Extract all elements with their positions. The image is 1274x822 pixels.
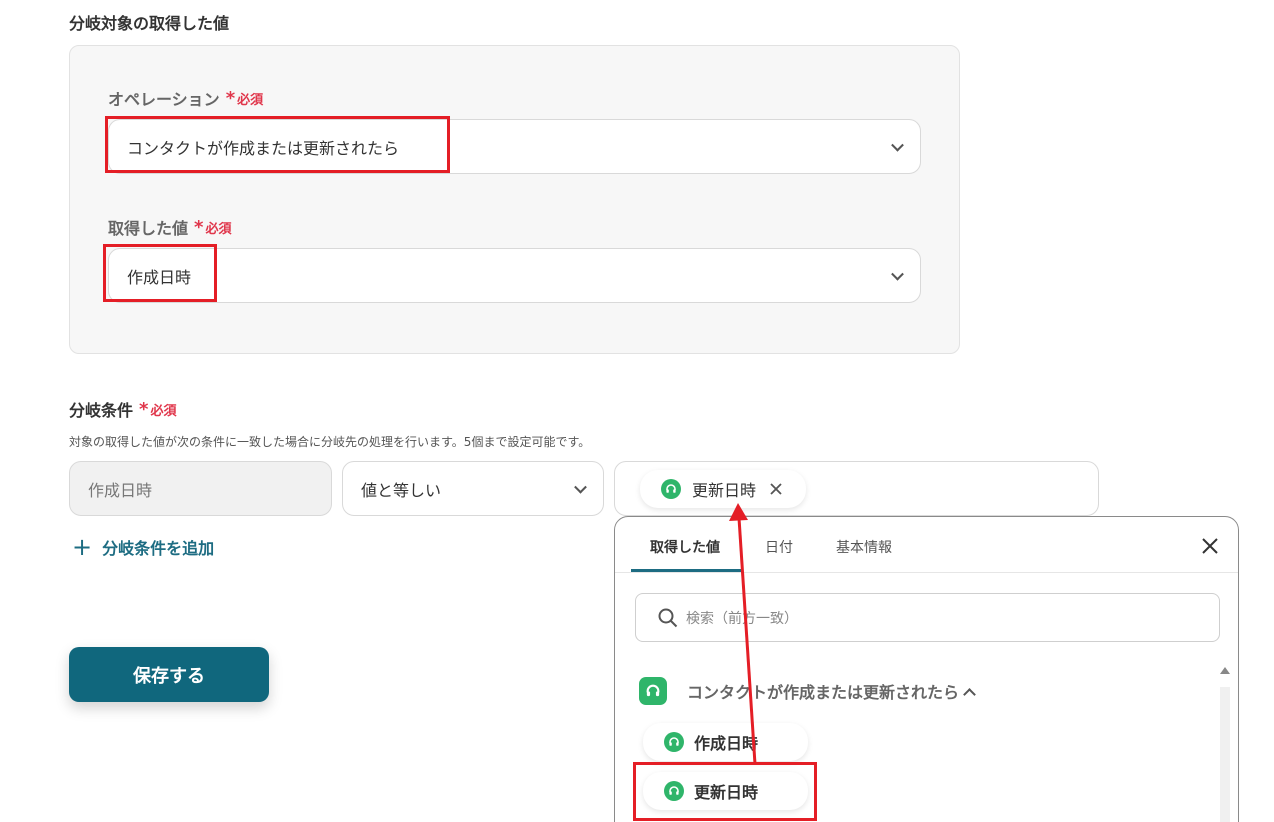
picker-item-label: 更新日時 [694,783,759,802]
condition-target-value: 作成日時 [88,480,153,500]
picker-group-header[interactable]: コンタクトが作成または更新されたら [639,677,976,705]
operation-label: オペレーション [108,90,220,109]
acquired-value-label-row: 取得した値 * 必須 [108,215,231,239]
chevron-down-icon [574,480,587,494]
condition-description: 対象の取得した値が次の条件に一致した場合に分岐先の処理を行います。5個まで設定可… [69,435,591,449]
add-condition-button[interactable]: + 分岐条件を追加 [72,535,214,559]
chevron-up-icon [963,687,976,701]
condition-target-field: 作成日時 [69,461,332,516]
plus-icon: + [72,533,93,561]
close-icon[interactable] [1200,536,1220,556]
acquired-value-select[interactable]: 作成日時 [108,248,921,303]
picker-search-input[interactable]: 検索（前方一致） [635,593,1220,642]
chevron-down-icon [891,138,904,152]
chevron-down-icon [891,267,904,281]
headset-app-icon [661,479,681,499]
acquired-value-label: 取得した値 [108,219,189,238]
tab-acquired-value[interactable]: 取得した値 [650,537,720,557]
headset-app-icon [639,677,667,705]
tab-basic-info[interactable]: 基本情報 [836,537,892,557]
required-text: 必須 [205,221,232,237]
required-star: * [194,216,204,238]
operation-label-row: オペレーション * 必須 [108,86,263,110]
condition-operator-select[interactable]: 値と等しい [342,461,604,516]
required-text: 必須 [237,92,264,108]
tab-date[interactable]: 日付 [765,537,793,557]
picker-group-title: コンタクトが作成または更新されたら [687,683,960,702]
required-text: 必須 [150,403,177,419]
operation-select[interactable]: コンタクトが作成または更新されたら [108,119,921,174]
active-tab-indicator [631,569,743,572]
picker-item-updated-at[interactable]: 更新日時 [643,772,808,810]
add-condition-label: 分岐条件を追加 [102,539,215,558]
compare-value-chip[interactable]: 更新日時 [640,470,806,508]
close-icon[interactable] [769,482,783,496]
scrollbar-track[interactable] [1220,687,1230,822]
condition-label: 分岐条件 [69,401,134,420]
scroll-up-arrow[interactable] [1220,667,1230,674]
search-icon [658,608,678,628]
condition-label-row: 分岐条件 * 必須 [69,397,176,421]
value-picker-panel: 取得した値 日付 基本情報 検索（前方一致） コンタクトが作成または更新されたら… [614,516,1239,822]
required-star: * [139,398,149,420]
picker-tabbar: 取得した値 日付 基本情報 [615,517,1238,573]
operation-select-value: コンタクトが作成または更新されたら [127,138,400,158]
condition-operator-value: 値と等しい [361,480,442,500]
required-star: * [225,87,236,109]
headset-app-icon [664,781,684,801]
save-button[interactable]: 保存する [69,647,269,702]
headset-app-icon [664,732,684,752]
picker-item-created-at[interactable]: 作成日時 [643,723,808,761]
section-title: 分岐対象の取得した値 [69,14,230,33]
compare-chip-label: 更新日時 [692,481,757,500]
search-placeholder: 検索（前方一致） [686,610,798,627]
picker-item-label: 作成日時 [694,734,759,753]
acquired-value-select-value: 作成日時 [127,267,192,287]
